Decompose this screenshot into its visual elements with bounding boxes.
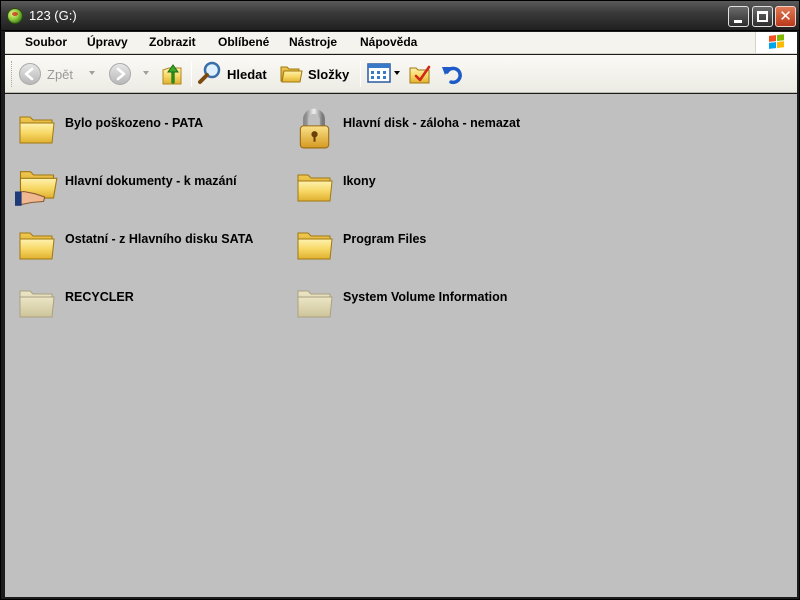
back-label: Zpět <box>47 67 74 82</box>
forward-dropdown-arrow-icon[interactable] <box>143 71 149 75</box>
item-label: Hlavní disk - záloha - nemazat <box>343 116 521 130</box>
list-item[interactable]: Ikony <box>287 162 557 208</box>
folders-button[interactable]: Složky <box>280 59 355 89</box>
folder-sync-button[interactable] <box>409 59 433 89</box>
close-icon: ✕ <box>779 7 792 25</box>
item-label: Program Files <box>343 232 427 246</box>
back-dropdown-arrow-icon[interactable] <box>89 71 95 75</box>
windows-logo-icon <box>769 34 785 50</box>
menu-nastroje[interactable]: Nástroje <box>289 35 337 49</box>
hidden-folder-icon <box>297 290 333 318</box>
list-item[interactable]: RECYCLER <box>9 278 279 324</box>
drive-icon <box>7 8 23 24</box>
title-bar[interactable]: 123 (G:) ✕ <box>1 1 799 31</box>
maximize-button[interactable] <box>752 6 773 27</box>
up-folder-icon <box>162 64 182 85</box>
up-folder-button[interactable] <box>161 59 185 89</box>
toolbar: Zpět Hledat Složky <box>5 55 797 93</box>
item-label: System Volume Information <box>343 290 508 304</box>
item-label: RECYCLER <box>65 290 134 304</box>
window-title: 123 (G:) <box>29 8 77 23</box>
minimize-button[interactable] <box>728 6 749 27</box>
back-button[interactable]: Zpět <box>19 59 99 89</box>
folder-icon <box>297 174 333 202</box>
forward-button[interactable] <box>107 59 151 89</box>
back-arrow-icon <box>19 63 41 85</box>
folders-label: Složky <box>308 67 350 82</box>
forward-arrow-icon <box>109 63 131 85</box>
item-label: Hlavní dokumenty - k mazání <box>65 174 237 188</box>
menu-soubor[interactable]: Soubor <box>25 35 67 49</box>
file-list[interactable]: Bylo poškozeno - PATA Hlavní disk - zálo… <box>5 94 797 597</box>
undo-button[interactable] <box>441 59 465 89</box>
toolbar-separator <box>191 61 192 87</box>
list-item[interactable]: System Volume Information <box>287 278 557 324</box>
search-button[interactable]: Hledat <box>197 59 277 89</box>
folder-check-icon <box>409 65 431 84</box>
explorer-window: 123 (G:) ✕ Soubor Úpravy Zobrazit Oblíbe… <box>0 0 800 600</box>
item-label: Ostatní - z Hlavního disku SATA <box>65 232 254 246</box>
hidden-folder-icon <box>19 290 55 318</box>
views-button[interactable] <box>367 59 403 89</box>
menu-zobrazit[interactable]: Zobrazit <box>149 35 196 49</box>
folder-icon <box>297 232 333 260</box>
folder-icon <box>19 116 55 144</box>
folder-icon <box>19 232 55 260</box>
padlock-icon <box>299 108 330 149</box>
views-icon <box>367 63 391 83</box>
list-item[interactable]: Hlavní disk - záloha - nemazat <box>287 104 557 150</box>
minimize-icon <box>734 20 742 23</box>
windows-logo-area <box>755 32 797 53</box>
undo-icon <box>442 66 462 85</box>
maximize-icon <box>757 11 768 22</box>
close-button[interactable]: ✕ <box>775 6 796 27</box>
list-item[interactable]: Hlavní dokumenty - k mazání <box>9 162 279 208</box>
list-item[interactable]: Ostatní - z Hlavního disku SATA <box>9 220 279 266</box>
menu-upravy[interactable]: Úpravy <box>87 35 128 49</box>
item-label: Bylo poškozeno - PATA <box>65 116 204 130</box>
views-dropdown-arrow-icon[interactable] <box>394 71 400 75</box>
toolbar-separator <box>360 61 361 87</box>
list-item[interactable]: Program Files <box>287 220 557 266</box>
folders-icon <box>280 66 303 83</box>
search-icon <box>198 61 221 84</box>
toolbar-grip[interactable] <box>11 61 14 87</box>
menu-napoveda[interactable]: Nápověda <box>360 35 417 49</box>
menu-oblibene[interactable]: Oblíbené <box>218 35 269 49</box>
menu-bar: Soubor Úpravy Zobrazit Oblíbené Nástroje… <box>5 32 797 54</box>
item-label: Ikony <box>343 174 376 188</box>
shared-folder-icon <box>15 171 58 206</box>
list-item[interactable]: Bylo poškozeno - PATA <box>9 104 279 150</box>
search-label: Hledat <box>227 67 267 82</box>
